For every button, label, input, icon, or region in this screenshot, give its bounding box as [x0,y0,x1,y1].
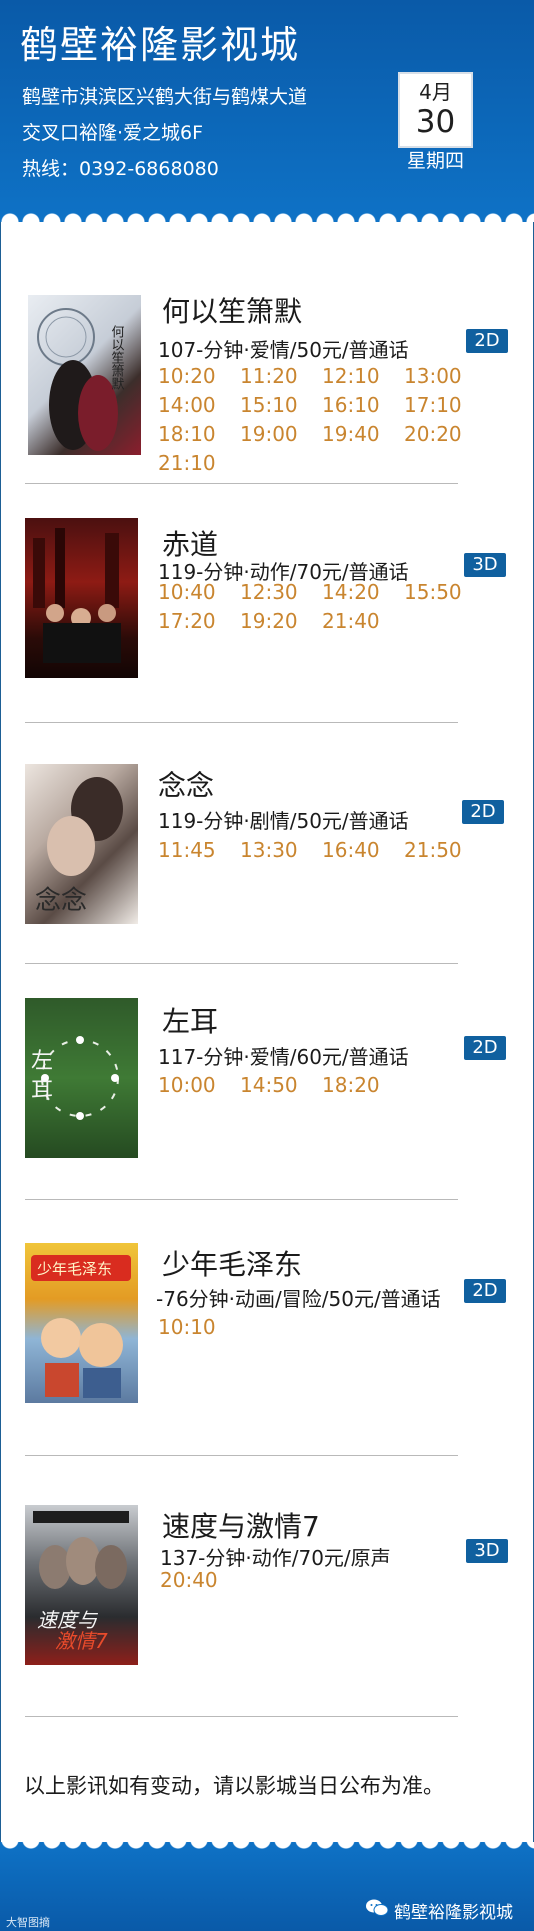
svg-text:念念: 念念 [35,886,87,916]
svg-text:少年毛泽东: 少年毛泽东 [37,1260,112,1278]
movie-info: 119-分钟·剧情/50元/普通话 [158,809,409,833]
movie-poster: 速度与 激情7 [25,1505,138,1665]
poster-art-icon: 左 耳 [31,1036,119,1120]
poster-art-icon: 念念 [35,777,123,916]
showtime[interactable]: 12:30 [240,580,322,604]
divider [25,1716,458,1717]
showtime[interactable]: 10:10 [158,1315,240,1339]
date-weekday: 星期四 [406,150,464,172]
showtime[interactable]: 18:20 [322,1073,404,1097]
movie-title: 速度与激情7 [162,1510,320,1543]
movie-info: -76分钟·动画/冒险/50元/普通话 [156,1287,441,1311]
movie-title: 少年毛泽东 [162,1248,303,1281]
showtime[interactable]: 19:40 [322,422,404,446]
showtime[interactable]: 20:20 [404,422,486,446]
notice-text: 以上影讯如有变动，请以影城当日公布为准。 [24,1774,444,1798]
divider [25,722,458,723]
svg-text:左: 左 [31,1049,53,1074]
poster-art-icon: 速度与 激情7 [33,1511,129,1653]
showtime[interactable]: 11:20 [240,364,322,388]
showtime[interactable]: 11:45 [158,838,240,862]
cinema-title: 鹤壁裕隆影视城 [20,23,301,67]
format-badge: 2D [462,800,504,824]
divider [25,1455,458,1456]
showtime[interactable]: 21:50 [404,838,486,862]
showtime[interactable]: 13:30 [240,838,322,862]
divider [25,1199,458,1200]
date-month: 4月 [419,80,452,104]
showtime[interactable]: 12:10 [322,364,404,388]
showtimes: 10:10 [158,1315,486,1339]
showtime[interactable]: 15:10 [240,393,322,417]
format-badge: 3D [464,553,506,577]
showtime[interactable]: 14:20 [322,580,404,604]
movie-info: 107-分钟·爱情/50元/普通话 [158,338,409,362]
showtime[interactable]: 15:50 [404,580,486,604]
showtimes: 11:45 13:30 16:40 21:50 [158,838,486,862]
svg-text:何以笙箫默: 何以笙箫默 [109,324,125,390]
poster-art-icon: 少年毛泽东 [31,1255,131,1398]
date-badge: 4月 30 [398,72,473,148]
showtimes: 10:00 14:50 18:20 [158,1073,486,1097]
format-badge: 2D [466,329,508,353]
movie-info: 137-分钟·动作/70元/原声 [160,1546,391,1570]
movie-poster [25,518,138,678]
format-badge: 2D [464,1279,506,1303]
movie-poster: 少年毛泽东 [25,1243,138,1403]
divider [25,963,458,964]
showtime[interactable]: 13:00 [404,364,486,388]
showtime[interactable]: 16:40 [322,838,404,862]
showtime[interactable]: 17:10 [404,393,486,417]
showtime[interactable]: 10:40 [158,580,240,604]
showtime[interactable]: 14:50 [240,1073,322,1097]
showtime[interactable]: 20:40 [160,1568,242,1592]
showtime[interactable]: 19:20 [240,609,322,633]
hotline[interactable]: 热线：0392-6868080 [22,154,219,181]
showtime[interactable]: 21:10 [158,451,240,475]
showtime[interactable]: 10:20 [158,364,240,388]
format-badge: 2D [464,1036,506,1060]
cinema-header: 鹤壁裕隆影视城 鹤壁市淇滨区兴鹤大街与鹤煤大道 交叉口裕隆·爱之城6F 热线：0… [0,0,534,222]
showtime[interactable]: 17:20 [158,609,240,633]
showtime[interactable]: 10:00 [158,1073,240,1097]
movie-poster: 念念 [25,764,138,924]
showtime[interactable]: 16:10 [322,393,404,417]
showtimes: 20:40 [160,1568,488,1592]
movie-poster: 何以笙箫默 [28,295,141,455]
movie-info: 117-分钟·爱情/60元/普通话 [158,1045,409,1069]
cinema-footer: 大智图摘 鹤壁裕隆影视城 [0,1842,534,1931]
showtimes: 10:40 12:30 14:20 15:50 17:20 19:20 21:4… [158,580,486,633]
footer-account-name[interactable]: 鹤壁裕隆影视城 [394,1898,513,1923]
showtime[interactable]: 21:40 [322,609,404,633]
svg-text:耳: 耳 [31,1079,53,1104]
svg-text:激情7: 激情7 [55,1629,108,1653]
address-line-2: 交叉口裕隆·爱之城6F [22,122,204,144]
wechat-icon [366,1899,388,1916]
movie-title: 何以笙箫默 [162,295,303,328]
poster-art-icon [33,528,121,663]
showtime[interactable]: 14:00 [158,393,240,417]
date-day: 30 [415,104,456,140]
divider [25,483,458,484]
movie-title: 念念 [158,769,215,802]
movie-poster: 左 耳 [25,998,138,1158]
showtime[interactable]: 19:00 [240,422,322,446]
showtimes: 10:20 11:20 12:10 13:00 14:00 15:10 16:1… [158,364,486,475]
poster-art-icon: 何以笙箫默 [37,308,125,451]
format-badge: 3D [466,1539,508,1563]
movie-title: 左耳 [162,1005,219,1038]
showtime[interactable]: 18:10 [158,422,240,446]
address-line-1: 鹤壁市淇滨区兴鹤大街与鹤煤大道 [22,86,308,108]
scallop-edge [0,206,534,222]
footer-logo: 大智图摘 [6,1916,50,1929]
scallop-edge [0,1842,534,1858]
